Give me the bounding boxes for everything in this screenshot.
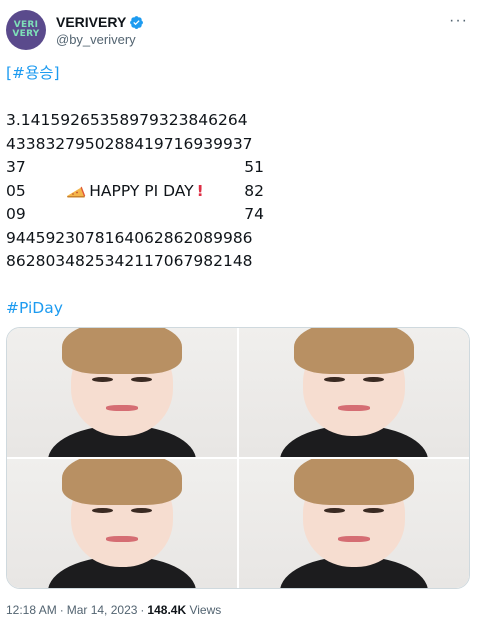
handle[interactable]: @by_verivery [56,32,136,47]
hashtag-piday[interactable]: #PiDay [6,299,63,317]
pi-row-3: 37 51 [6,156,264,180]
separator-dot: · [59,603,64,617]
pi-line-7: 8628034825342117067982148 [6,252,253,270]
tweet-meta: 12:18 AM · Mar 14, 2023 · 148.4K Views [6,603,221,617]
photo-hair [62,328,182,375]
tweet-time[interactable]: 12:18 AM [6,603,57,617]
tweet-date[interactable]: Mar 14, 2023 [67,603,138,617]
pi-line-1: 3.14159265358979323846264 [6,111,248,129]
pi-line-6: 9445923078164062862089986 [6,228,253,247]
pi-row5-left: 09 [6,205,26,223]
exclamation-icon: ! [196,181,204,200]
photo-lips [105,536,139,543]
verified-badge-icon [130,15,144,29]
happy-pi-day-text: HAPPY PI DAY [89,181,194,200]
pi-row4-left: 05 [6,181,26,200]
avatar[interactable]: VERI VERY [6,10,46,50]
pi-line-2: 4338327950288419716939937 [6,134,253,153]
hashtag-yongseung[interactable]: [#용승] [6,64,60,82]
media-grid [6,327,470,589]
photo-hair [62,459,182,506]
display-name[interactable]: VERIVERY [56,14,126,30]
photo-3[interactable] [7,459,237,588]
pi-row3-left: 37 [6,158,26,176]
pi-row-4: 05 HAPPY PI DAY ! 82 [6,180,264,204]
tweet-text: [#용승] 3.14159265358979323846264 43383279… [6,62,474,321]
happy-pi-day: HAPPY PI DAY ! [66,180,204,204]
avatar-text-bottom: VERY [12,29,40,39]
pi-row4-right: 82 [244,181,264,200]
views-count[interactable]: 148.4K [147,603,186,617]
photo-2[interactable] [239,328,469,457]
more-horizontal-icon[interactable]: ··· [449,13,468,29]
photo-4[interactable] [239,459,469,588]
photo-1[interactable] [7,328,237,457]
photo-hair [294,328,414,375]
photo-lips [105,405,139,412]
pi-row3-right: 51 [244,158,264,176]
tweet-header: VERI VERY VERIVERY @by_verivery ··· [6,10,474,54]
pi-row-5: 09 74 [6,203,264,227]
photo-lips [337,536,371,543]
separator-dot: · [140,603,145,617]
photo-hair [294,459,414,506]
photo-lips [337,405,371,412]
pie-slice-icon [67,186,86,198]
views-label: Views [189,603,222,617]
name-row: VERIVERY [56,14,144,30]
pi-row5-right: 74 [244,205,264,223]
